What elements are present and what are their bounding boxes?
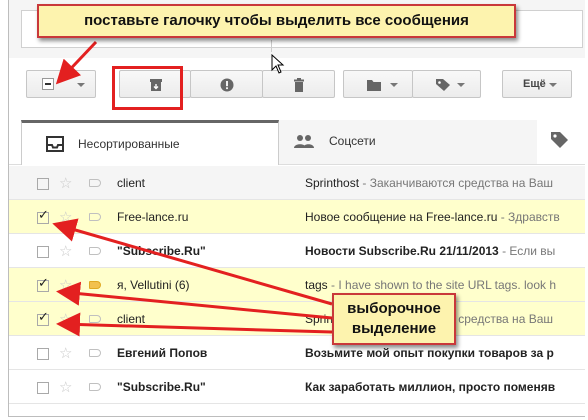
- star-icon[interactable]: ☆: [59, 378, 72, 396]
- email-row[interactable]: ☆ Евгений Попов Возьмите мой опыт покупки …: [9, 336, 585, 370]
- delete-button[interactable]: [262, 70, 335, 98]
- email-subject: Как заработать миллион, просто поменяв: [305, 380, 555, 394]
- tab-primary[interactable]: Несортированные: [21, 120, 279, 165]
- email-row[interactable]: ☆ я, Vellutini (6) tags - I have shown to …: [9, 268, 585, 302]
- label-icon: [436, 79, 450, 91]
- email-sender: "Subscribe.Ru": [117, 244, 206, 258]
- mouse-cursor-icon: [271, 54, 285, 74]
- email-checkbox[interactable]: [37, 208, 49, 224]
- importance-marker-icon[interactable]: [89, 315, 101, 323]
- chevron-down-icon: [549, 83, 557, 87]
- email-subject-text: Возьмите мой опыт покупки товаров за р: [305, 346, 554, 360]
- email-snippet: - Здравств: [497, 210, 560, 224]
- email-subject: tags - I have shown to the site URL tags…: [305, 278, 556, 292]
- select-all-button[interactable]: [26, 70, 96, 98]
- star-icon[interactable]: ☆: [59, 242, 72, 260]
- people-icon: [294, 135, 314, 148]
- email-subject-text: Новости Subscribe.Ru 21/11/2013: [305, 244, 499, 258]
- toolbar: Ещё: [9, 58, 585, 114]
- star-icon[interactable]: ☆: [59, 208, 72, 226]
- category-tabs: Несортированные Соцсети: [9, 116, 585, 165]
- email-sender: я, Vellutini (6): [117, 278, 190, 292]
- email-checkbox[interactable]: [37, 310, 49, 326]
- promotions-tag-icon[interactable]: [549, 130, 569, 150]
- email-checkbox[interactable]: [37, 246, 49, 258]
- tab-social[interactable]: Соцсети: [279, 120, 537, 164]
- annotation-selective-line1: выборочное: [347, 300, 441, 317]
- email-sender: "Subscribe.Ru": [117, 380, 206, 394]
- tab-social-label: Соцсети: [329, 134, 376, 148]
- inbox-icon: [46, 136, 64, 152]
- report-spam-button[interactable]: [190, 70, 263, 98]
- email-checkbox[interactable]: [37, 276, 49, 292]
- email-subject: Новости Subscribe.Ru 21/11/2013 - Если в…: [305, 244, 555, 258]
- star-icon[interactable]: ☆: [59, 310, 72, 328]
- importance-marker-icon[interactable]: [89, 349, 101, 357]
- email-snippet: - Заканчиваются средства на Ваш: [359, 176, 553, 190]
- email-subject-text: Новое сообщение на Free-lance.ru: [305, 210, 498, 224]
- folder-icon: [367, 80, 381, 91]
- email-row[interactable]: ☆ Free-lance.ru Новое сообщение на Free-la…: [9, 200, 585, 234]
- email-subject-text: Sprinthost: [305, 176, 360, 190]
- email-subject-text: tags: [305, 278, 328, 292]
- importance-marker-icon[interactable]: [89, 281, 101, 289]
- labels-button[interactable]: [412, 70, 481, 98]
- email-sender: client: [117, 176, 146, 190]
- spam-icon: [220, 78, 234, 92]
- email-snippet: - I have shown to the site URL tags. loo…: [327, 278, 557, 292]
- select-all-checkbox[interactable]: [42, 78, 54, 90]
- email-snippet: - Если вы: [498, 244, 556, 258]
- email-checkbox[interactable]: [37, 382, 49, 394]
- star-icon[interactable]: ☆: [59, 344, 72, 362]
- star-icon[interactable]: ☆: [59, 174, 72, 192]
- email-checkbox[interactable]: [37, 348, 49, 360]
- annotation-select-all: поставьте галочку чтобы выделить все соо…: [37, 4, 516, 38]
- email-checkbox[interactable]: [37, 178, 49, 190]
- email-sender: Евгений Попов: [117, 346, 208, 360]
- importance-marker-icon[interactable]: [89, 179, 101, 187]
- importance-marker-icon[interactable]: [89, 247, 101, 255]
- email-row[interactable]: ☆ "Subscribe.Ru" Как заработать миллион, п…: [9, 370, 585, 404]
- archive-highlight: [112, 66, 183, 110]
- trash-icon: [294, 78, 304, 92]
- chevron-down-icon: [77, 83, 85, 87]
- more-button[interactable]: Ещё: [502, 70, 572, 98]
- annotation-selective: выборочное выделение: [332, 293, 456, 345]
- importance-marker-icon[interactable]: [89, 213, 101, 221]
- email-row[interactable]: ☆clientSprinthost - Заканчиваются средст…: [9, 302, 585, 336]
- move-to-button[interactable]: [343, 70, 413, 98]
- email-subject: Возьмите мой опыт покупки товаров за р: [305, 346, 554, 360]
- email-subject: Sprinthost - Заканчиваются средства на В…: [305, 176, 553, 190]
- email-subject-text: Как заработать миллион, просто поменяв: [305, 380, 556, 394]
- star-icon[interactable]: ☆: [59, 276, 72, 294]
- email-row[interactable]: ☆ client Sprinthost - Заканчиваются средст…: [9, 166, 585, 200]
- more-label: Ещё: [523, 78, 546, 90]
- email-sender: client: [117, 312, 146, 326]
- email-sender: Free-lance.ru: [117, 210, 189, 224]
- divider: [271, 40, 272, 52]
- tab-primary-label: Несортированные: [78, 137, 180, 151]
- email-subject: Новое сообщение на Free-lance.ru - Здрав…: [305, 210, 560, 224]
- importance-marker-icon[interactable]: [89, 383, 101, 391]
- chevron-down-icon: [457, 83, 465, 87]
- email-row[interactable]: ☆ "Subscribe.Ru" Новости Subscribe.Ru 21/1…: [9, 234, 585, 268]
- gmail-window: Ещё Несортированные Соцсети ☆ client Spr…: [8, 0, 585, 417]
- annotation-selective-line2: выделение: [351, 320, 437, 337]
- chevron-down-icon: [390, 83, 398, 87]
